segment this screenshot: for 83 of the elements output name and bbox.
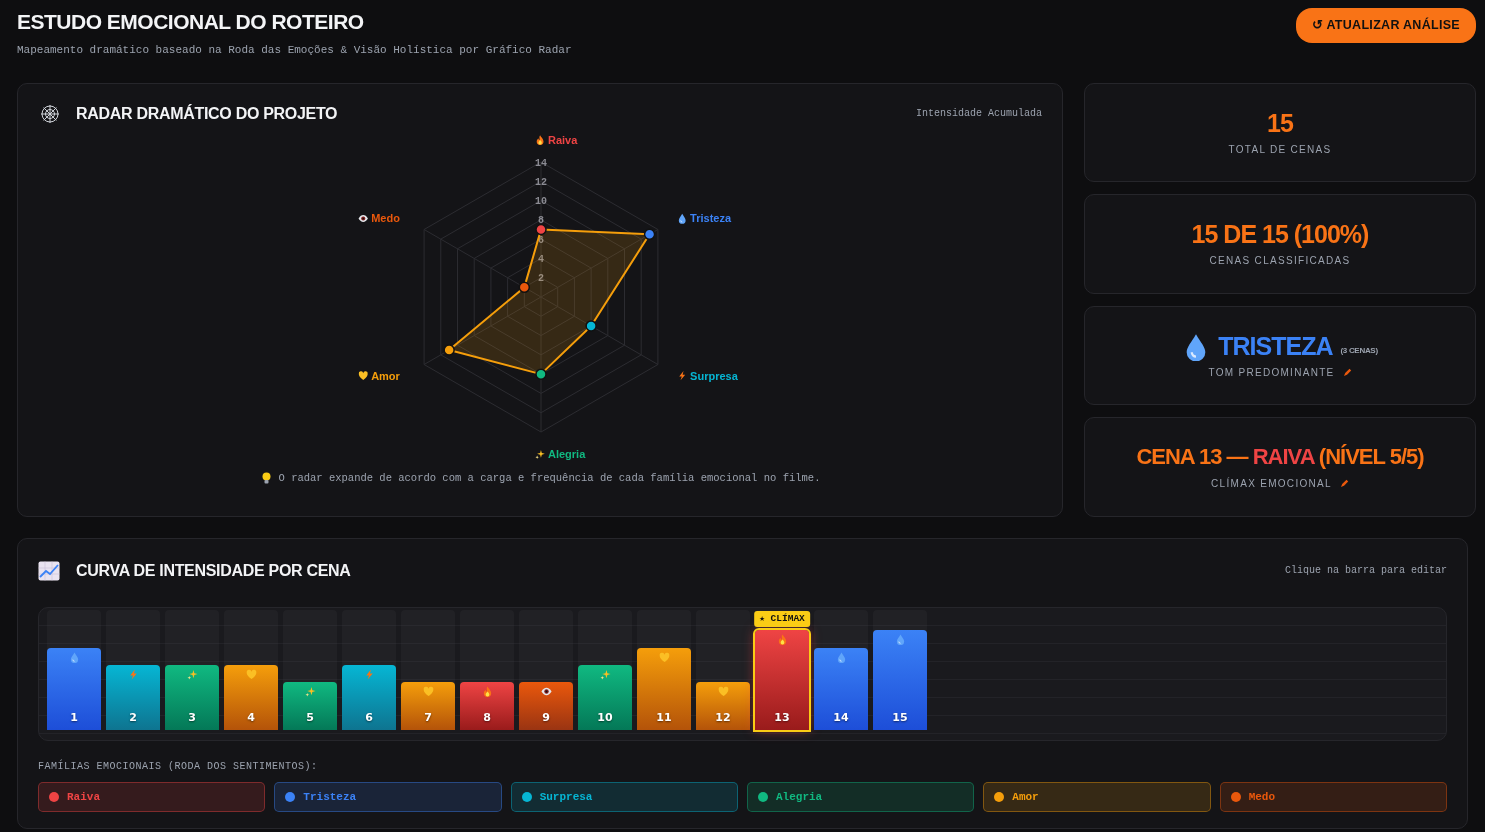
lightning-bolt-icon	[679, 370, 686, 380]
axis-label: Medo	[371, 211, 400, 224]
data-point	[643, 228, 656, 240]
scene-bar[interactable]: 6	[342, 664, 396, 730]
scene-bar[interactable]: 2	[106, 664, 160, 730]
scene-count: (3 CENAS)	[1340, 344, 1378, 357]
tick-label: 4	[538, 253, 544, 265]
water-drop-icon	[678, 213, 686, 224]
flame-icon	[776, 633, 788, 645]
chart-note: O radar expande de acordo com a carga e frequência de cada família emocional no filme.	[278, 470, 821, 486]
scene-bar[interactable]: 12	[696, 681, 750, 730]
tick-label: 10	[535, 195, 547, 207]
heart-icon	[717, 685, 729, 697]
data-point	[443, 343, 455, 356]
data-point	[585, 319, 597, 332]
pencil-icon[interactable]	[1342, 367, 1352, 377]
chart-caption: Intensidade Acumulada	[915, 107, 1042, 121]
heart-icon	[658, 651, 670, 663]
sparkles-icon	[599, 668, 611, 680]
eye-icon	[540, 685, 552, 697]
pencil-icon[interactable]	[1339, 479, 1349, 489]
lightbulb-icon	[261, 472, 271, 485]
eye-icon	[358, 214, 368, 222]
stat-value: CENA 13 — RAIVA (NÍVEL 5/5)	[1136, 443, 1424, 472]
page-title: ESTUDO EMOCIONAL DO ROTEIRO	[17, 9, 365, 35]
axis-label: Raiva	[548, 133, 578, 146]
stat-label: TOTAL DE CENAS	[1228, 142, 1332, 157]
scene-bar[interactable]: 8	[460, 681, 514, 730]
scene-bar[interactable]: 10	[578, 664, 632, 730]
heart-icon	[422, 685, 434, 697]
data-point	[518, 281, 531, 293]
scene-bar[interactable]: 11	[637, 647, 691, 730]
scene-bar[interactable]: 1	[47, 647, 101, 730]
stat-value: 15	[1267, 107, 1293, 138]
axis-label: Amor	[371, 369, 400, 382]
sparkles-icon	[535, 449, 545, 459]
tick-label: 14	[535, 157, 547, 168]
sparkles-icon	[186, 668, 198, 680]
legend-title: FAMÍLIAS EMOCIONAIS (RODA DOS SENTIMENTOS):	[38, 758, 319, 774]
heart-icon	[245, 668, 257, 680]
tick-label: 12	[535, 176, 547, 188]
emotion-name: Surpresa	[539, 789, 593, 805]
water-drop-icon	[835, 651, 847, 663]
water-drop-icon	[894, 633, 906, 645]
tick-label: 6	[538, 234, 544, 246]
scene-bar[interactable]: 13	[755, 629, 809, 730]
emotion-name: Medo	[1248, 789, 1276, 805]
stat-value: 15 DE 15 (100%)	[1191, 219, 1369, 250]
update-analysis-button[interactable]: ↺ ATUALIZAR ANÁLISE	[1295, 8, 1476, 43]
scene-bar[interactable]: 5	[283, 681, 337, 730]
card-title: CURVA DE INTENSIDADE POR CENA	[76, 560, 351, 581]
page-subtitle: Mapeamento dramático baseado na Roda das Emoções & Visão Holística por Gráfico Radar	[17, 43, 572, 58]
emotion-name: Amor	[1012, 789, 1039, 805]
data-point	[535, 223, 547, 235]
tick-label: 2	[538, 272, 544, 284]
stat-label: CENAS CLASSIFICADAS	[1209, 254, 1351, 269]
tick-label: 8	[538, 214, 544, 226]
scene-bar[interactable]: 7	[401, 681, 455, 730]
scene-bar[interactable]: 3	[165, 664, 219, 730]
heart-icon	[358, 370, 368, 380]
scene-bar[interactable]: 4	[224, 664, 278, 730]
axis-label: Alegria	[548, 447, 586, 460]
scene-bar[interactable]: 9	[519, 681, 573, 730]
emotion-name: Tristeza	[303, 789, 357, 805]
sparkles-icon	[304, 685, 316, 697]
data-point	[535, 367, 547, 380]
climax-badge: ★ CLÍMAX	[754, 610, 810, 627]
edit-hint: Clique na barra para editar	[1284, 564, 1447, 578]
flame-icon	[536, 134, 544, 145]
line-chart-icon	[38, 560, 60, 581]
scene-bar[interactable]: 15	[873, 629, 927, 730]
flame-icon	[481, 685, 493, 697]
axis-label: Tristeza	[690, 211, 732, 224]
stat-value: TRISTEZA	[1218, 330, 1333, 361]
axis-label: Surpresa	[690, 369, 738, 382]
card-title: RADAR DRAMÁTICO DO PROJETO	[76, 103, 338, 124]
scene-bar[interactable]: 14	[814, 647, 868, 730]
stat-label: CLÍMAX EMOCIONAL	[1211, 476, 1332, 492]
water-drop-icon	[68, 651, 80, 663]
stat-label: TOM PREDOMINANTE	[1208, 365, 1335, 380]
emotion-name: Alegria	[776, 789, 823, 805]
spiderweb-icon	[40, 103, 60, 124]
emotion-name: Raiva	[67, 789, 100, 805]
